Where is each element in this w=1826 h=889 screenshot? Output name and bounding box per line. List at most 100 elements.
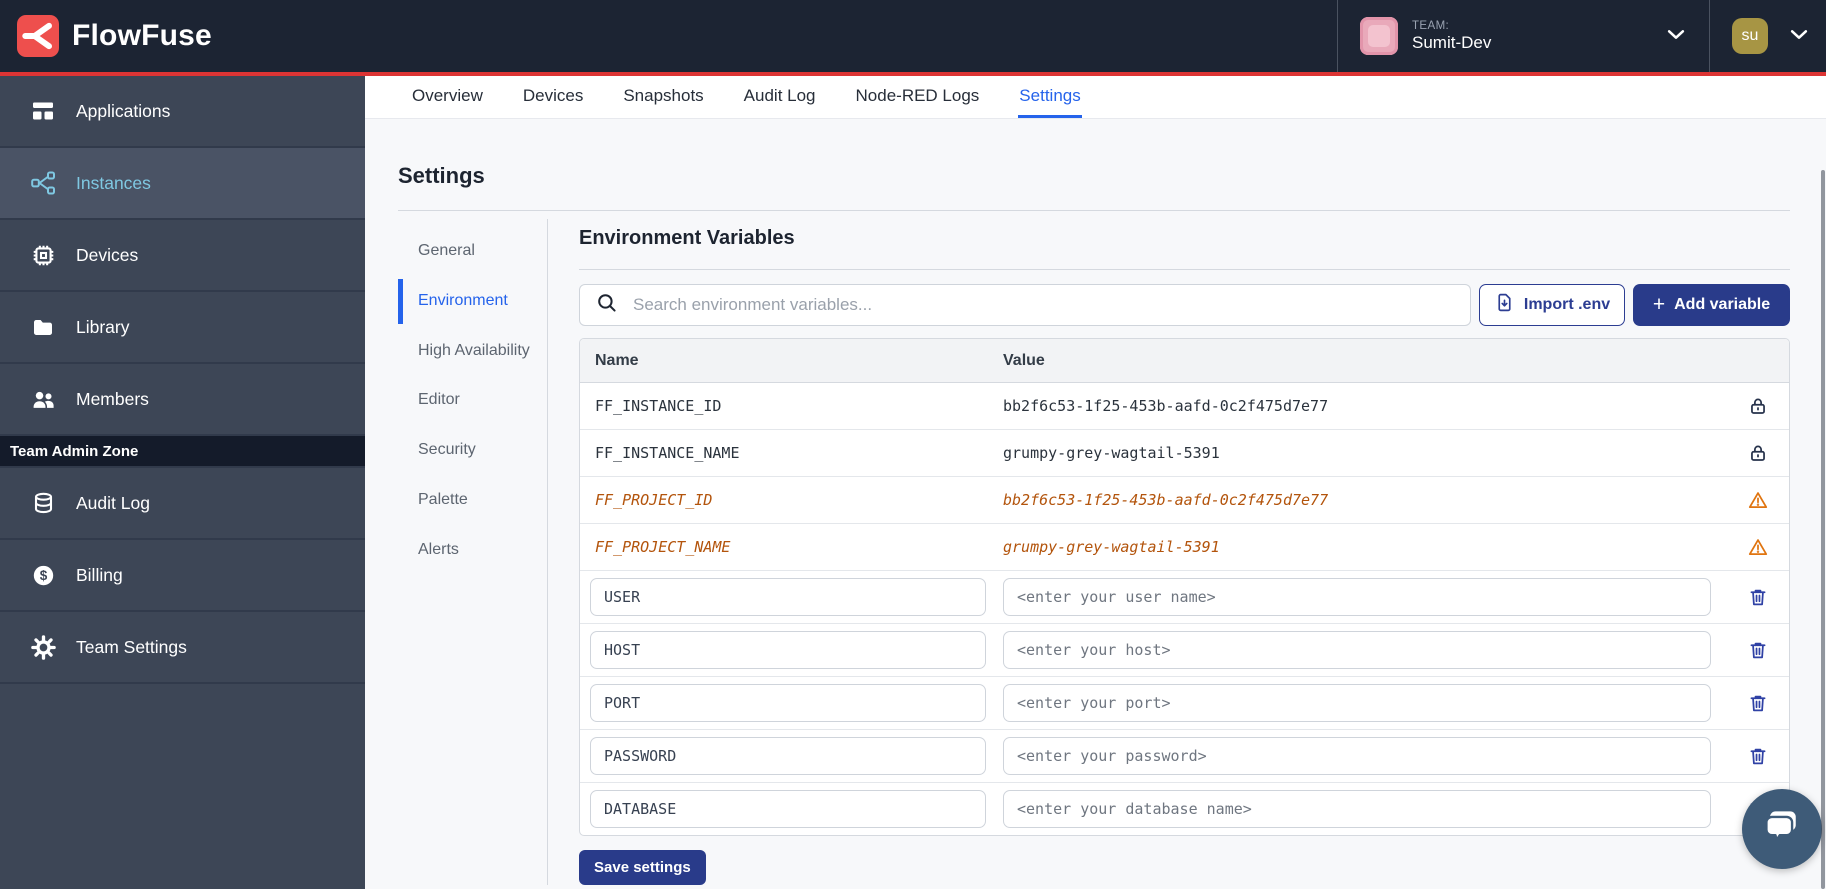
trash-icon[interactable] bbox=[1727, 692, 1789, 714]
sidebar-item-audit-log[interactable]: Audit Log bbox=[0, 468, 365, 540]
var-name-input[interactable] bbox=[590, 578, 986, 616]
tab-settings[interactable]: Settings bbox=[1018, 76, 1081, 118]
title-divider bbox=[398, 210, 1790, 211]
var-value-input[interactable] bbox=[1003, 578, 1711, 616]
sidebar-item-label: Instances bbox=[76, 173, 151, 194]
subnav-item-high-availability[interactable]: High Availability bbox=[398, 329, 547, 374]
instance-tabbar: Overview Devices Snapshots Audit Log Nod… bbox=[365, 76, 1826, 119]
search-icon bbox=[595, 291, 619, 320]
team-name: Sumit-Dev bbox=[1412, 33, 1491, 53]
sidebar-item-label: Audit Log bbox=[76, 493, 150, 514]
gear-icon bbox=[30, 634, 56, 660]
members-icon bbox=[30, 386, 56, 412]
team-avatar bbox=[1360, 17, 1398, 55]
team-chevron-down-icon[interactable] bbox=[1667, 27, 1685, 45]
brand[interactable]: FlowFuse bbox=[0, 15, 212, 57]
var-value: grumpy-grey-wagtail-5391 bbox=[1003, 538, 1727, 556]
settings-subnav: General Environment High Availability Ed… bbox=[398, 219, 548, 885]
page-title: Settings bbox=[398, 163, 1790, 189]
sidebar-item-library[interactable]: Library bbox=[0, 292, 365, 364]
table-row-editable bbox=[580, 783, 1789, 835]
subnav-item-security[interactable]: Security bbox=[398, 428, 547, 473]
var-value-input[interactable] bbox=[1003, 631, 1711, 669]
tab-audit-log[interactable]: Audit Log bbox=[743, 76, 817, 118]
team-switcher[interactable]: TEAM: Sumit-Dev bbox=[1337, 0, 1709, 72]
plus-icon: + bbox=[1653, 294, 1665, 315]
brand-name: FlowFuse bbox=[72, 19, 212, 53]
sidebar-item-applications[interactable]: Applications bbox=[0, 76, 365, 148]
chat-widget-button[interactable] bbox=[1742, 789, 1822, 869]
tab-overview[interactable]: Overview bbox=[411, 76, 484, 118]
sidebar-item-label: Library bbox=[76, 317, 130, 338]
sidebar-item-label: Billing bbox=[76, 565, 123, 586]
accent-divider bbox=[0, 72, 1826, 76]
subnav-item-alerts[interactable]: Alerts bbox=[398, 528, 547, 573]
add-variable-button[interactable]: + Add variable bbox=[1633, 284, 1790, 326]
column-header-name: Name bbox=[580, 352, 1003, 370]
trash-icon[interactable] bbox=[1727, 639, 1789, 661]
sidebar-item-devices[interactable]: Devices bbox=[0, 220, 365, 292]
subnav-item-editor[interactable]: Editor bbox=[398, 378, 547, 423]
table-header: Name Value bbox=[580, 339, 1789, 383]
table-row-editable bbox=[580, 677, 1789, 730]
sidebar: Applications Instances Devices Library M… bbox=[0, 76, 365, 889]
var-value-input[interactable] bbox=[1003, 684, 1711, 722]
devices-icon bbox=[30, 242, 56, 268]
var-name-input[interactable] bbox=[590, 790, 986, 828]
var-name: FF_PROJECT_NAME bbox=[580, 538, 1003, 556]
sidebar-item-team-settings[interactable]: Team Settings bbox=[0, 612, 365, 684]
trash-icon[interactable] bbox=[1727, 745, 1789, 767]
var-name-input[interactable] bbox=[590, 684, 986, 722]
subnav-item-general[interactable]: General bbox=[398, 229, 547, 274]
table-row-editable bbox=[580, 730, 1789, 783]
subnav-item-palette[interactable]: Palette bbox=[398, 478, 547, 523]
audit-log-database-icon bbox=[30, 490, 56, 516]
var-name-input[interactable] bbox=[590, 737, 986, 775]
instances-icon bbox=[30, 170, 56, 196]
team-admin-zone-label: Team Admin Zone bbox=[0, 436, 365, 468]
tab-snapshots[interactable]: Snapshots bbox=[622, 76, 704, 118]
save-settings-button[interactable]: Save settings bbox=[579, 850, 706, 885]
trash-icon[interactable] bbox=[1727, 586, 1789, 608]
subnav-item-environment[interactable]: Environment bbox=[398, 279, 547, 324]
environment-heading: Environment Variables bbox=[579, 227, 1790, 250]
table-row-editable bbox=[580, 571, 1789, 624]
warning-icon bbox=[1727, 489, 1789, 511]
tab-node-red-logs[interactable]: Node-RED Logs bbox=[855, 76, 981, 118]
user-menu[interactable]: su bbox=[1709, 0, 1826, 72]
table-row: FF_INSTANCE_ID bb2f6c53-1f25-453b-aafd-0… bbox=[580, 383, 1789, 430]
tab-devices[interactable]: Devices bbox=[522, 76, 584, 118]
environment-panel: Environment Variables Import .env bbox=[548, 219, 1790, 885]
sidebar-item-instances[interactable]: Instances bbox=[0, 148, 365, 220]
import-icon bbox=[1494, 292, 1515, 318]
user-chevron-down-icon[interactable] bbox=[1790, 27, 1808, 45]
topbar-right: TEAM: Sumit-Dev su bbox=[1337, 0, 1826, 72]
scrollbar-thumb[interactable] bbox=[1821, 170, 1825, 889]
team-kicker: TEAM: bbox=[1412, 20, 1491, 33]
table-row-editable bbox=[580, 624, 1789, 677]
flowfuse-logo-icon bbox=[17, 15, 59, 57]
user-avatar[interactable]: su bbox=[1732, 18, 1768, 54]
var-name-input[interactable] bbox=[590, 631, 986, 669]
sidebar-item-billing[interactable]: $ Billing bbox=[0, 540, 365, 612]
warning-icon bbox=[1727, 536, 1789, 558]
search-box bbox=[579, 284, 1471, 326]
svg-text:$: $ bbox=[39, 568, 47, 583]
environment-toolbar: Import .env + Add variable bbox=[579, 284, 1790, 326]
import-env-button[interactable]: Import .env bbox=[1479, 284, 1625, 326]
var-value: bb2f6c53-1f25-453b-aafd-0c2f475d7e77 bbox=[1003, 397, 1727, 415]
var-value-input[interactable] bbox=[1003, 790, 1711, 828]
column-header-value: Value bbox=[1003, 352, 1727, 370]
var-value-input[interactable] bbox=[1003, 737, 1711, 775]
table-row: FF_INSTANCE_NAME grumpy-grey-wagtail-539… bbox=[580, 430, 1789, 477]
search-input[interactable] bbox=[631, 294, 1455, 316]
applications-icon bbox=[30, 98, 56, 124]
var-name: FF_INSTANCE_ID bbox=[580, 397, 1003, 415]
main-area: Overview Devices Snapshots Audit Log Nod… bbox=[365, 76, 1826, 889]
sidebar-item-members[interactable]: Members bbox=[0, 364, 365, 436]
table-row-deprecated: FF_PROJECT_NAME grumpy-grey-wagtail-5391 bbox=[580, 524, 1789, 571]
environment-divider bbox=[579, 269, 1790, 270]
library-folder-icon bbox=[30, 314, 56, 340]
sidebar-item-label: Applications bbox=[76, 101, 170, 122]
var-value: bb2f6c53-1f25-453b-aafd-0c2f475d7e77 bbox=[1003, 491, 1727, 509]
